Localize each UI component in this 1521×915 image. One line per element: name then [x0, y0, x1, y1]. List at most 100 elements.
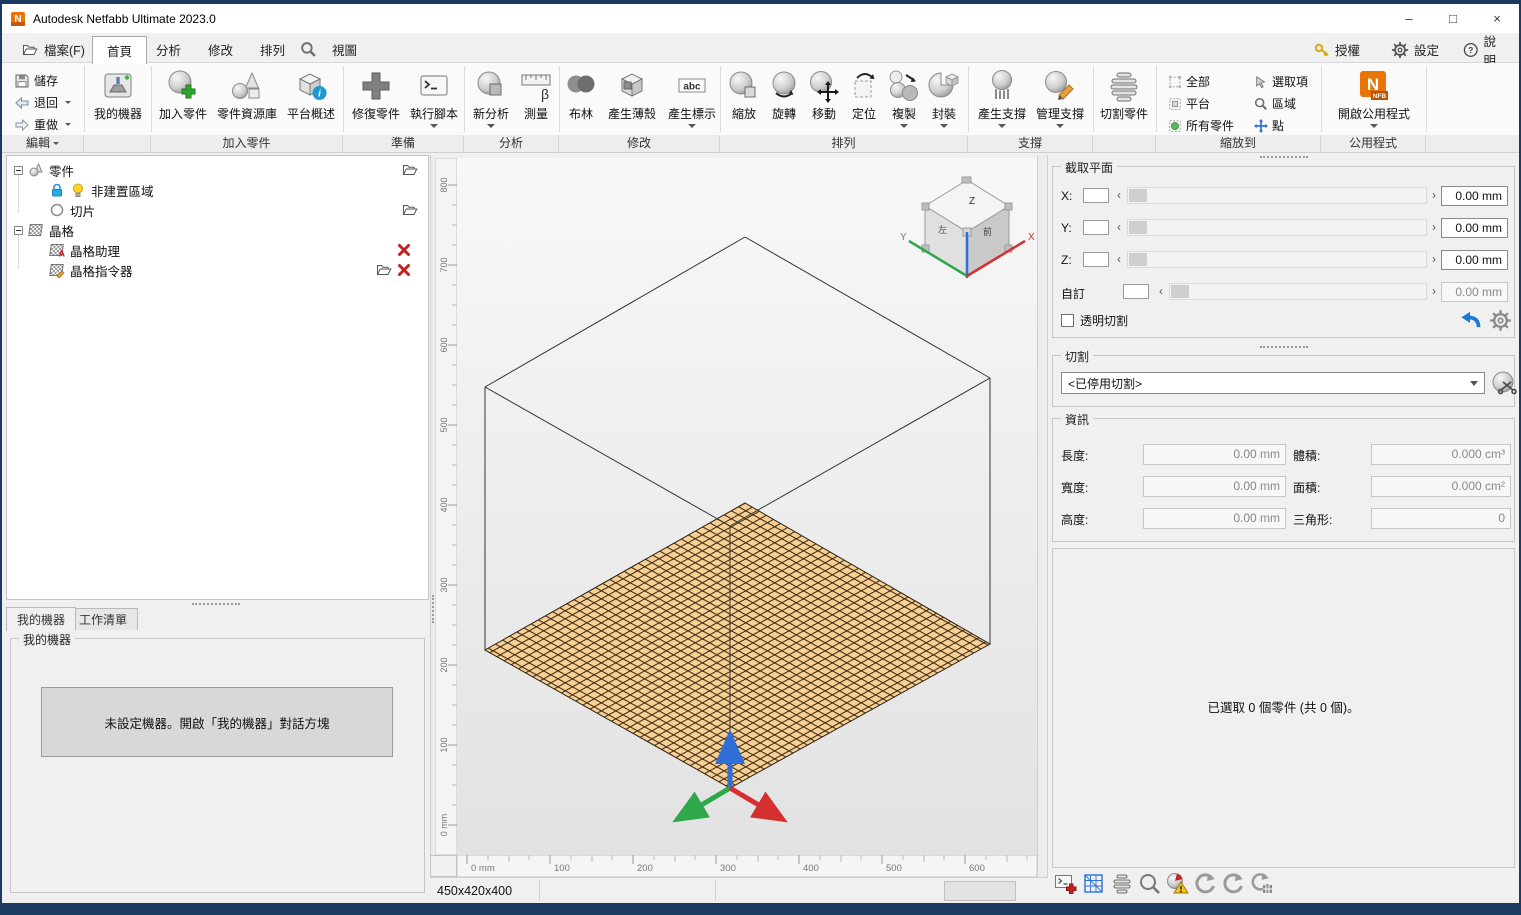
repair-warning-icon[interactable]: [1166, 872, 1190, 896]
clipping-settings-gear-icon[interactable]: [1489, 309, 1512, 332]
clip-y-right-arrow[interactable]: ›: [1432, 219, 1436, 236]
create-label-dropdown-caret[interactable]: [688, 124, 696, 128]
clip-x-value[interactable]: 0.00 mm: [1441, 186, 1508, 206]
settings-button[interactable]: 設定: [1377, 36, 1453, 63]
clip-z-input[interactable]: [1083, 252, 1109, 267]
clip-custom-right-arrow[interactable]: ›: [1432, 283, 1436, 300]
new-analysis-dropdown-caret[interactable]: [487, 124, 495, 128]
delete-icon[interactable]: [396, 262, 412, 278]
redo-dropdown-caret[interactable]: [65, 123, 71, 126]
rotate-button[interactable]: 旋轉: [765, 69, 803, 122]
my-machines-button[interactable]: 我的機器: [89, 69, 147, 122]
undo-button[interactable]: 退回: [14, 94, 71, 111]
search-icon[interactable]: [300, 41, 317, 58]
file-menu-button[interactable]: 檔案(F): [8, 36, 99, 63]
zoom-selection-button[interactable]: 選取項: [1254, 73, 1308, 90]
open-folder-icon[interactable]: [402, 162, 418, 178]
open-folder-icon[interactable]: [376, 262, 392, 278]
tab-view[interactable]: 視圖: [318, 36, 371, 63]
new-analysis-button[interactable]: 新分析: [468, 69, 514, 128]
tab-analysis[interactable]: 分析: [142, 36, 195, 63]
generate-support-dropdown-caret[interactable]: [998, 124, 1006, 128]
delete-icon[interactable]: [396, 242, 412, 258]
move-button[interactable]: 移動: [805, 69, 843, 122]
history-back-icon[interactable]: [1194, 872, 1218, 896]
viewport-right-splitter[interactable]: [1037, 155, 1048, 877]
zoom-point-button[interactable]: 點: [1254, 117, 1284, 134]
measure-button[interactable]: β 測量: [516, 69, 556, 122]
clip-z-right-arrow[interactable]: ›: [1432, 251, 1436, 268]
zoom-region-button[interactable]: 區域: [1254, 95, 1296, 112]
undo-dropdown-caret[interactable]: [65, 101, 71, 104]
clip-x-input[interactable]: [1083, 188, 1109, 203]
generate-support-button[interactable]: 產生支撐: [974, 69, 1030, 128]
create-shell-button[interactable]: 產生薄殼: [602, 69, 662, 122]
clip-y-slider-thumb[interactable]: [1129, 221, 1147, 234]
manage-support-button[interactable]: 管理支撐: [1032, 69, 1088, 128]
zoom-all-button[interactable]: 全部: [1168, 73, 1210, 90]
boolean-button[interactable]: 布林: [562, 69, 600, 122]
zoom-platform-button[interactable]: 平台: [1168, 95, 1210, 112]
duplicate-dropdown-caret[interactable]: [900, 124, 908, 128]
cut-part-button[interactable]: 切割零件: [1096, 69, 1152, 122]
open-utility-button[interactable]: N NFB 開啟公用程式: [1330, 69, 1418, 128]
cut-scissors-icon[interactable]: [1491, 370, 1517, 396]
clip-y-left-arrow[interactable]: ‹: [1117, 219, 1121, 236]
bulb-icon[interactable]: [70, 182, 86, 198]
tree-item-parts[interactable]: 零件: [14, 160, 424, 180]
clip-x-slider[interactable]: [1127, 187, 1427, 204]
tree-item-lattice[interactable]: 晶格: [14, 220, 424, 240]
collapse-icon[interactable]: [14, 166, 23, 175]
duplicate-button[interactable]: 複製: [885, 69, 923, 128]
tab-my-machines[interactable]: 我的機器: [6, 607, 76, 631]
viewport-3d-scene[interactable]: Z Y X 左 前: [457, 158, 1037, 855]
right-panel-splitter-top[interactable]: [1260, 156, 1308, 158]
redo-button[interactable]: 重做: [14, 116, 71, 133]
clip-x-left-arrow[interactable]: ‹: [1117, 187, 1121, 204]
history-forward-icon[interactable]: [1222, 872, 1246, 896]
open-folder-icon[interactable]: [402, 202, 418, 218]
repair-part-button[interactable]: 修復零件: [348, 69, 404, 122]
clip-z-slider-thumb[interactable]: [1129, 253, 1147, 266]
right-panel-splitter-mid[interactable]: [1260, 346, 1308, 348]
clip-custom-input[interactable]: [1123, 284, 1149, 299]
help-button[interactable]: ? 說明: [1449, 36, 1519, 63]
slice-view-icon[interactable]: [1110, 872, 1134, 896]
open-utility-dropdown-caret[interactable]: [1370, 124, 1378, 128]
tab-worklist[interactable]: 工作清單: [68, 608, 138, 630]
close-button[interactable]: ×: [1475, 5, 1519, 33]
clip-custom-left-arrow[interactable]: ‹: [1159, 283, 1163, 300]
orient-button[interactable]: 定位: [845, 69, 883, 122]
tab-arrange[interactable]: 排列: [246, 36, 299, 63]
new-script-icon[interactable]: [1054, 872, 1078, 896]
license-button[interactable]: 授權: [1300, 36, 1374, 63]
tab-modify[interactable]: 修改: [194, 36, 247, 63]
inspect-icon[interactable]: [1138, 872, 1162, 896]
tree-item-slices[interactable]: 切片: [49, 200, 424, 220]
tree-item-lattice-assistant[interactable]: A 晶格助理: [49, 240, 424, 260]
add-part-button[interactable]: 加入零件: [154, 69, 212, 122]
lattice-view-icon[interactable]: [1082, 872, 1106, 896]
run-script-button[interactable]: 執行腳本: [406, 69, 462, 128]
tab-home[interactable]: 首頁: [92, 36, 147, 64]
clip-x-slider-thumb[interactable]: [1129, 189, 1147, 202]
part-library-button[interactable]: 零件資源庫: [214, 69, 280, 122]
create-label-button[interactable]: abc 產生標示: [664, 69, 720, 128]
tree-item-no-build-zone[interactable]: 非建置區域: [49, 180, 424, 200]
save-button[interactable]: 儲存: [14, 72, 58, 89]
history-save-icon[interactable]: [1250, 872, 1274, 896]
clip-custom-slider[interactable]: [1169, 283, 1427, 300]
clip-y-slider[interactable]: [1127, 219, 1427, 236]
platform-overview-button[interactable]: i 平台概述: [282, 69, 340, 122]
tree-item-lattice-commander[interactable]: 晶格指令器: [49, 260, 424, 280]
minimize-button[interactable]: –: [1387, 5, 1431, 33]
collapse-icon[interactable]: [14, 226, 23, 235]
transparent-cut-checkbox[interactable]: [1061, 314, 1074, 327]
clip-x-right-arrow[interactable]: ›: [1432, 187, 1436, 204]
clip-z-left-arrow[interactable]: ‹: [1117, 251, 1121, 268]
left-panel-splitter[interactable]: [192, 603, 240, 605]
cut-dropdown[interactable]: <已停用切割>: [1061, 372, 1485, 394]
run-script-dropdown-caret[interactable]: [430, 124, 438, 128]
clip-z-value[interactable]: 0.00 mm: [1441, 250, 1508, 270]
manage-support-dropdown-caret[interactable]: [1056, 124, 1064, 128]
